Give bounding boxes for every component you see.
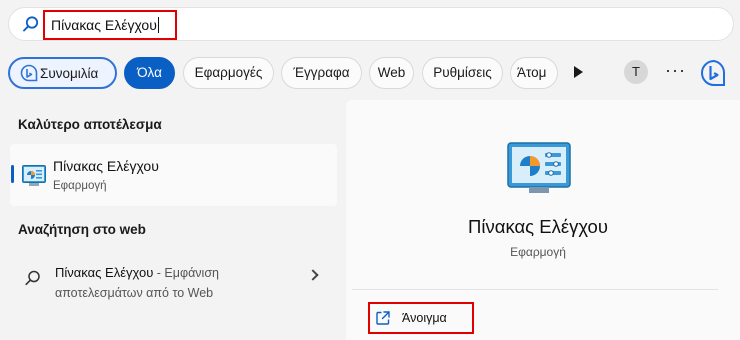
divider	[352, 289, 718, 290]
chip-web-label: Web	[377, 65, 406, 80]
chat-chip-label: Συνομιλία	[40, 66, 99, 81]
bing-icon[interactable]	[698, 57, 730, 89]
chip-apps[interactable]: Εφαρμογές	[183, 57, 274, 89]
chevron-right-icon	[307, 269, 319, 281]
best-match-type: Εφαρμογή	[53, 180, 107, 192]
search-query: Πίνακας Ελέγχου	[51, 17, 157, 33]
results-panel: Καλύτερο αποτέλεσμα Πίνακας Ελέγχου Εφαρ…	[0, 100, 346, 340]
chip-documents[interactable]: Έγγραφα	[281, 57, 362, 89]
chip-settings-label: Ρυθμίσεις	[433, 65, 492, 80]
control-panel-icon	[22, 165, 46, 186]
search-input[interactable]: Πίνακας Ελέγχου	[43, 10, 177, 40]
chip-web[interactable]: Web	[369, 57, 414, 89]
open-button[interactable]: Άνοιγμα	[368, 302, 474, 334]
open-button-label: Άνοιγμα	[402, 311, 447, 325]
web-search-heading: Αναζήτηση στο web	[18, 222, 146, 237]
text-caret	[157, 17, 159, 33]
web-search-item[interactable]: Πίνακας Ελέγχου - Εμφάνιση αποτελεσμάτων…	[10, 254, 337, 308]
chip-all[interactable]: Όλα	[124, 57, 175, 89]
chip-all-label: Όλα	[137, 65, 162, 80]
web-search-text: Πίνακας Ελέγχου - Εμφάνιση αποτελεσμάτων…	[55, 263, 295, 303]
selection-indicator	[11, 165, 14, 183]
detail-panel: Πίνακας Ελέγχου Εφαρμογή Άνοιγμα	[346, 100, 740, 340]
detail-app-name: Πίνακας Ελέγχου	[468, 216, 608, 237]
bing-chat-icon	[20, 64, 38, 82]
chip-documents-label: Έγγραφα	[293, 65, 350, 80]
best-match-name: Πίνακας Ελέγχου	[53, 158, 159, 174]
filter-bar: Συνομιλία Όλα Εφαρμογές Έγγραφα Web Ρυθμ…	[8, 57, 738, 89]
best-match-item[interactable]: Πίνακας Ελέγχου Εφαρμογή	[10, 144, 337, 206]
best-match-heading: Καλύτερο αποτέλεσμα	[18, 117, 162, 132]
scroll-right-icon[interactable]	[574, 66, 583, 78]
search-icon	[25, 270, 40, 286]
chip-people-label: Άτομ	[517, 65, 547, 80]
chip-people[interactable]: Άτομ	[510, 57, 558, 89]
chip-settings[interactable]: Ρυθμίσεις	[422, 57, 503, 89]
web-search-query: Πίνακας Ελέγχου	[55, 265, 154, 280]
control-panel-large-icon	[507, 142, 571, 193]
search-icon	[23, 16, 39, 32]
open-external-icon	[376, 311, 390, 325]
chip-apps-label: Εφαρμογές	[194, 65, 263, 80]
avatar[interactable]: T	[624, 60, 648, 84]
chat-chip[interactable]: Συνομιλία	[8, 57, 117, 89]
detail-app-type: Εφαρμογή	[510, 245, 566, 259]
more-options-icon[interactable]: ···	[665, 61, 686, 79]
